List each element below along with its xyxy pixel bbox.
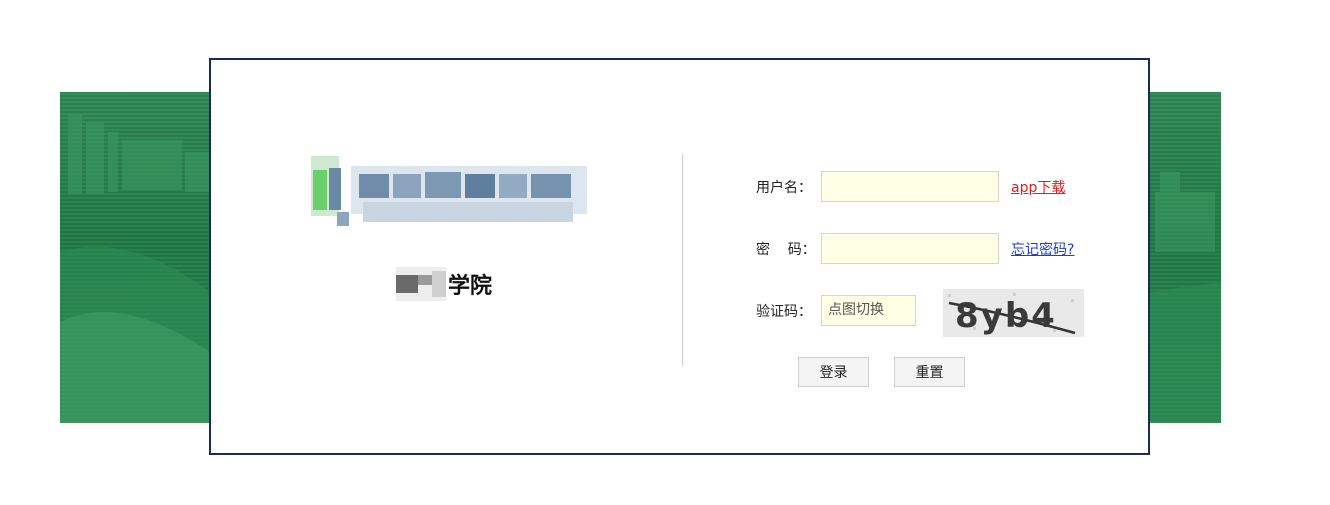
school-logo-image	[311, 156, 587, 226]
reset-button[interactable]: 重置	[894, 357, 965, 387]
app-download-link[interactable]: app下载	[1011, 177, 1065, 197]
password-input[interactable]	[821, 233, 999, 264]
captcha-image[interactable]: 8yb4	[943, 289, 1084, 337]
captcha-label: 验证码：	[756, 304, 812, 320]
username-label: 用户名：	[756, 180, 812, 196]
forgot-password-link[interactable]: 忘记密码?	[1011, 239, 1074, 259]
vertical-divider	[682, 154, 683, 366]
captcha-text: 8yb4	[955, 296, 1057, 336]
username-input[interactable]	[821, 171, 999, 202]
school-name-blurred	[396, 267, 446, 301]
captcha-input[interactable]: 点图切换	[821, 295, 916, 326]
school-name-text: 学院	[448, 274, 493, 299]
login-card: 学院 用户名： app下载 密 码： 忘记密码? 验证码： 点图切换 8yb4 …	[209, 58, 1150, 455]
school-name: 学院	[396, 266, 492, 302]
password-label: 密 码：	[756, 242, 816, 258]
login-button[interactable]: 登录	[798, 357, 869, 387]
